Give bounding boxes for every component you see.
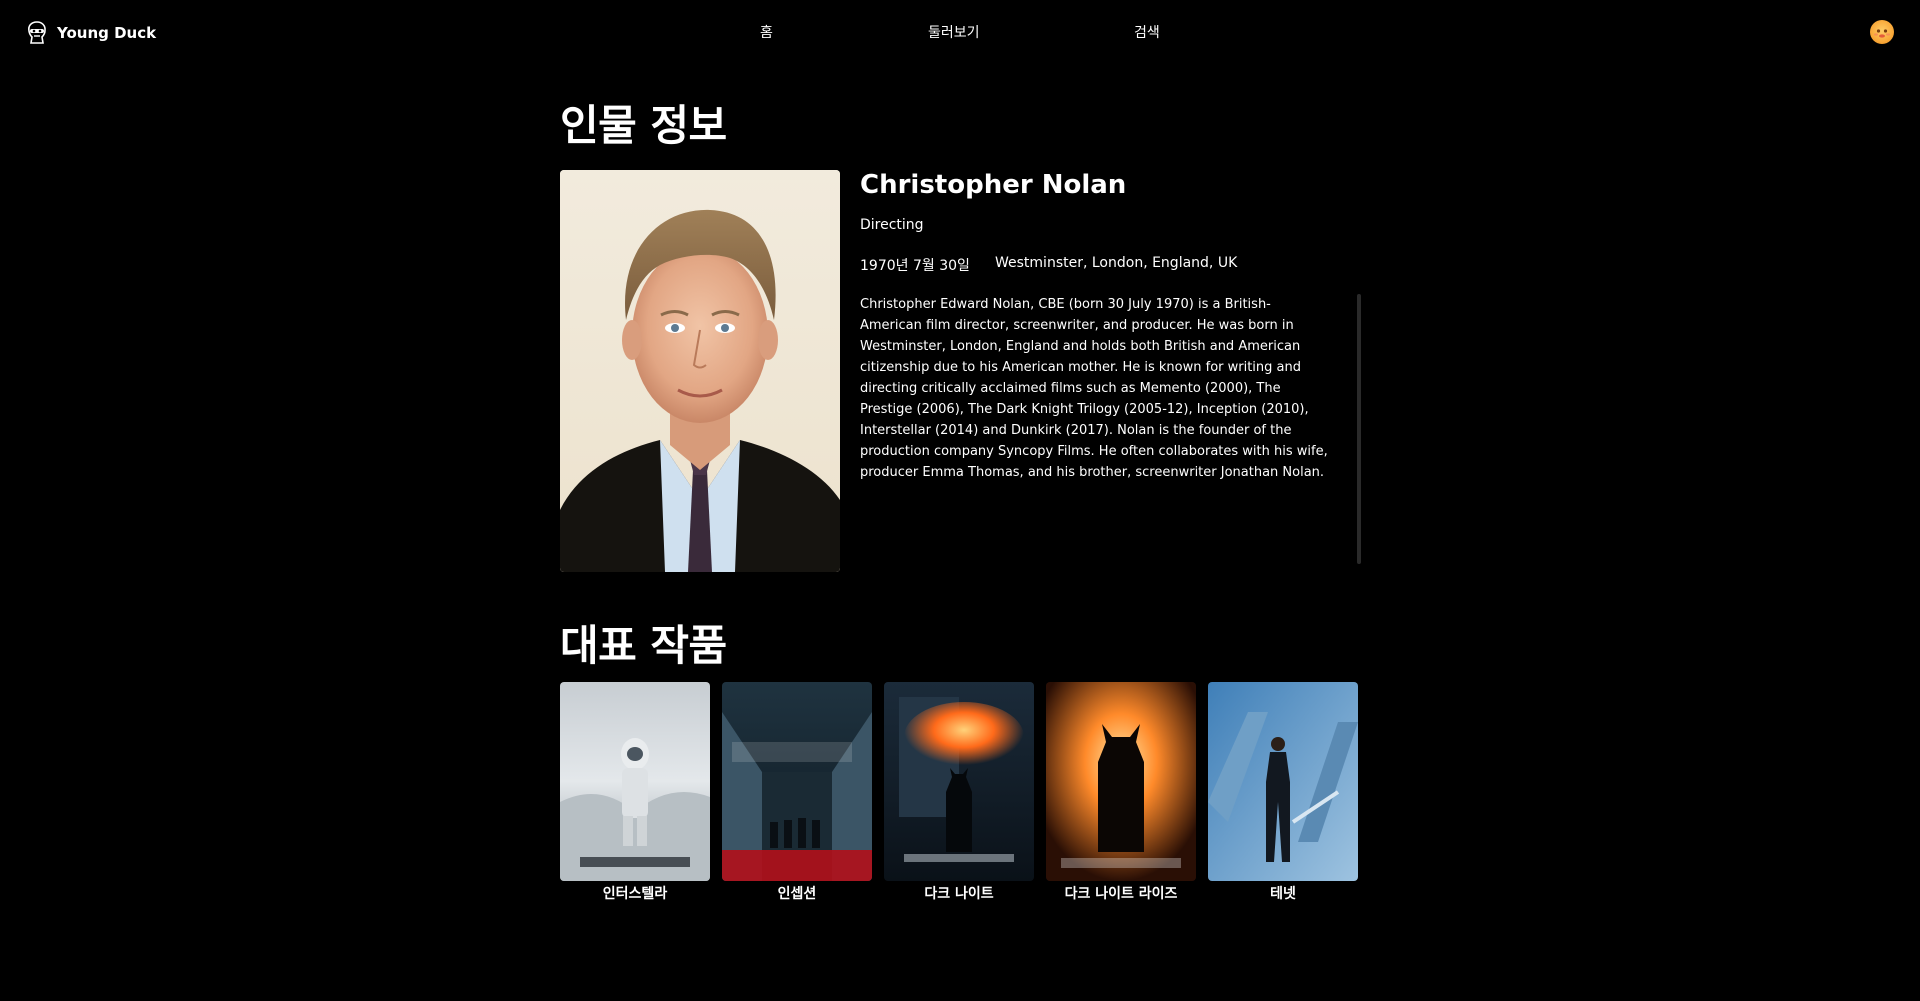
person-department: Directing xyxy=(860,217,924,233)
work-poster xyxy=(1208,682,1358,881)
work-card-dark-knight[interactable]: 다크 나이트 xyxy=(884,682,1034,903)
person-birthday: 1970년 7월 30일 xyxy=(860,258,970,274)
person-section-title: 인물 정보 xyxy=(560,101,727,150)
work-title: 테넷 xyxy=(1270,886,1296,902)
work-title: 다크 나이트 라이즈 xyxy=(1064,886,1178,902)
avatar-face-icon xyxy=(1874,29,1890,38)
person-birthplace: Westminster, London, England, UK xyxy=(995,255,1238,271)
work-poster xyxy=(560,682,710,881)
user-avatar[interactable] xyxy=(1870,20,1894,44)
nav-home[interactable]: 홈 xyxy=(760,22,773,42)
work-card-dark-knight-rises[interactable]: 다크 나이트 라이즈 xyxy=(1046,682,1196,903)
duck-icon xyxy=(28,21,46,44)
work-poster xyxy=(884,682,1034,881)
work-poster xyxy=(1046,682,1196,881)
top-nav-bar: Young Duck 홈 둘러보기 검색 xyxy=(0,0,1920,64)
biography-text: Christopher Edward Nolan, CBE (born 30 J… xyxy=(860,297,1328,480)
profile-photo xyxy=(560,170,840,572)
works-list: 인터스텔라 인셉션 다크 나이트 다크 나이트 라이즈 테넷 xyxy=(560,682,1360,902)
work-card-interstellar[interactable]: 인터스텔라 xyxy=(560,682,710,903)
work-title: 다크 나이트 xyxy=(924,886,994,902)
work-title: 인터스텔라 xyxy=(602,886,668,902)
nav-search[interactable]: 검색 xyxy=(1134,22,1160,42)
works-section-title: 대표 작품 xyxy=(560,621,727,670)
work-title: 인셉션 xyxy=(777,886,817,902)
nav-browse[interactable]: 둘러보기 xyxy=(928,22,980,42)
work-poster xyxy=(722,682,872,881)
app-logo[interactable]: Young Duck xyxy=(26,20,156,45)
app-name: Young Duck xyxy=(57,23,157,42)
person-name: Christopher Nolan xyxy=(860,170,1127,200)
work-card-inception[interactable]: 인셉션 xyxy=(722,682,872,903)
biography-scroll-area[interactable]: Christopher Edward Nolan, CBE (born 30 J… xyxy=(860,294,1342,564)
biography-scrollbar[interactable] xyxy=(1357,294,1361,564)
work-card-tenet[interactable]: 테넷 xyxy=(1208,682,1358,903)
